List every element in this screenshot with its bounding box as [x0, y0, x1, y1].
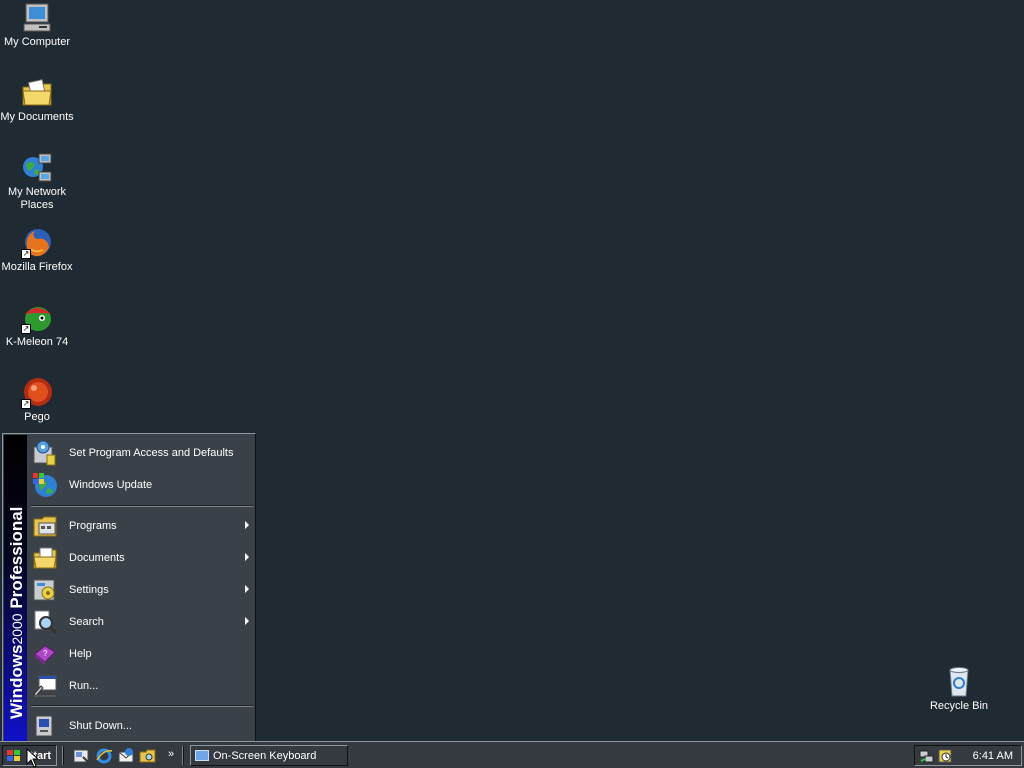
submenu-arrow-icon: [245, 521, 249, 529]
menu-item-label: Run...: [69, 680, 99, 692]
network-connection-icon[interactable]: [919, 748, 935, 764]
banner-edition-text: Professional: [7, 506, 26, 609]
explorer-folder-icon[interactable]: [139, 747, 157, 765]
menu-item-run[interactable]: Run...: [29, 671, 253, 701]
recycle-bin-icon: [943, 666, 975, 698]
task-scheduler-icon[interactable]: [937, 748, 953, 764]
start-menu: Windows2000 Professional Set Program Acc…: [2, 433, 256, 743]
banner-windows-text: Windows: [7, 644, 26, 719]
search-icon: [31, 608, 59, 636]
show-desktop-icon[interactable]: [73, 747, 91, 765]
internet-explorer-icon[interactable]: [95, 747, 113, 765]
menu-item-label: Settings: [69, 584, 109, 596]
desktop-icon-mozilla-firefox[interactable]: ↗ Mozilla Firefox: [0, 227, 74, 274]
my-computer-icon: [21, 2, 53, 34]
desktop-icon-recycle-bin[interactable]: Recycle Bin: [922, 666, 996, 713]
documents-folder-icon: [31, 544, 59, 572]
menu-item-set-program-access[interactable]: Set Program Access and Defaults: [29, 438, 253, 468]
desktop-icon-pego[interactable]: ↗ Pego: [0, 377, 74, 424]
menu-item-label: Help: [69, 648, 92, 660]
banner-version-text: 2000: [9, 613, 25, 645]
run-icon: [31, 672, 59, 700]
desktop-icon-label: K-Meleon 74: [5, 336, 69, 348]
windows-update-icon: [31, 471, 59, 499]
menu-item-label: Search: [69, 616, 104, 628]
network-places-icon: [21, 152, 53, 184]
mouse-cursor-icon: [26, 747, 40, 768]
desktop-icon-k-meleon[interactable]: ↗ K-Meleon 74: [0, 302, 74, 349]
menu-item-label: Shut Down...: [69, 720, 132, 732]
menu-item-help[interactable]: ? Help: [29, 639, 253, 669]
system-tray: 6:41 AM: [914, 745, 1022, 766]
desktop-icon-label: Mozilla Firefox: [1, 261, 73, 273]
menu-item-programs[interactable]: Programs: [29, 511, 253, 541]
desktop-icon-label: Recycle Bin: [929, 700, 989, 712]
quick-launch-more-button[interactable]: »: [168, 747, 174, 761]
desktop-icon-my-network-places[interactable]: My Network Places: [0, 152, 74, 212]
keyboard-icon: [195, 750, 209, 761]
my-documents-icon: [21, 77, 53, 109]
menu-separator: [31, 705, 253, 707]
submenu-arrow-icon: [245, 617, 249, 625]
taskbar: Start » On-Screen Keyboard 6:41 AM: [0, 741, 1024, 768]
firefox-icon: ↗: [21, 227, 53, 259]
k-meleon-icon: ↗: [21, 302, 53, 334]
menu-separator: [31, 505, 253, 507]
menu-item-label: Set Program Access and Defaults: [69, 447, 234, 459]
task-button-label: On-Screen Keyboard: [213, 749, 317, 762]
menu-item-windows-update[interactable]: Windows Update: [29, 470, 253, 500]
taskbar-divider: [62, 746, 64, 765]
menu-item-settings[interactable]: Settings: [29, 575, 253, 605]
shutdown-icon: [31, 712, 59, 740]
taskbar-divider: [182, 746, 184, 765]
desktop-icon-label: My Computer: [3, 36, 71, 48]
shortcut-arrow-icon: ↗: [21, 399, 31, 409]
desktop-icon-my-documents[interactable]: My Documents: [0, 77, 74, 124]
submenu-arrow-icon: [245, 585, 249, 593]
start-menu-banner: Windows2000 Professional: [4, 435, 27, 741]
shortcut-arrow-icon: ↗: [21, 249, 31, 259]
programs-folder-icon: [31, 512, 59, 540]
menu-item-label: Documents: [69, 552, 125, 564]
task-button-on-screen-keyboard[interactable]: On-Screen Keyboard: [190, 745, 348, 766]
program-access-icon: [31, 439, 59, 467]
desktop-icon-label: My Documents: [0, 111, 74, 123]
menu-item-label: Windows Update: [69, 479, 153, 491]
desktop-icon-label: My Network Places: [7, 186, 67, 211]
outlook-express-icon[interactable]: [117, 747, 135, 765]
desktop-icon-my-computer[interactable]: My Computer: [0, 2, 74, 49]
settings-icon: [31, 576, 59, 604]
menu-item-documents[interactable]: Documents: [29, 543, 253, 573]
help-book-icon: ?: [31, 640, 59, 668]
pego-icon: ↗: [21, 377, 53, 409]
windows-flag-icon: [6, 749, 22, 763]
menu-item-shut-down[interactable]: Shut Down...: [29, 711, 253, 741]
menu-item-label: Programs: [69, 520, 117, 532]
tray-clock[interactable]: 6:41 AM: [973, 750, 1013, 762]
svg-text:?: ?: [43, 649, 48, 658]
shortcut-arrow-icon: ↗: [21, 324, 31, 334]
submenu-arrow-icon: [245, 553, 249, 561]
menu-item-search[interactable]: Search: [29, 607, 253, 637]
desktop-icon-label: Pego: [24, 411, 50, 423]
